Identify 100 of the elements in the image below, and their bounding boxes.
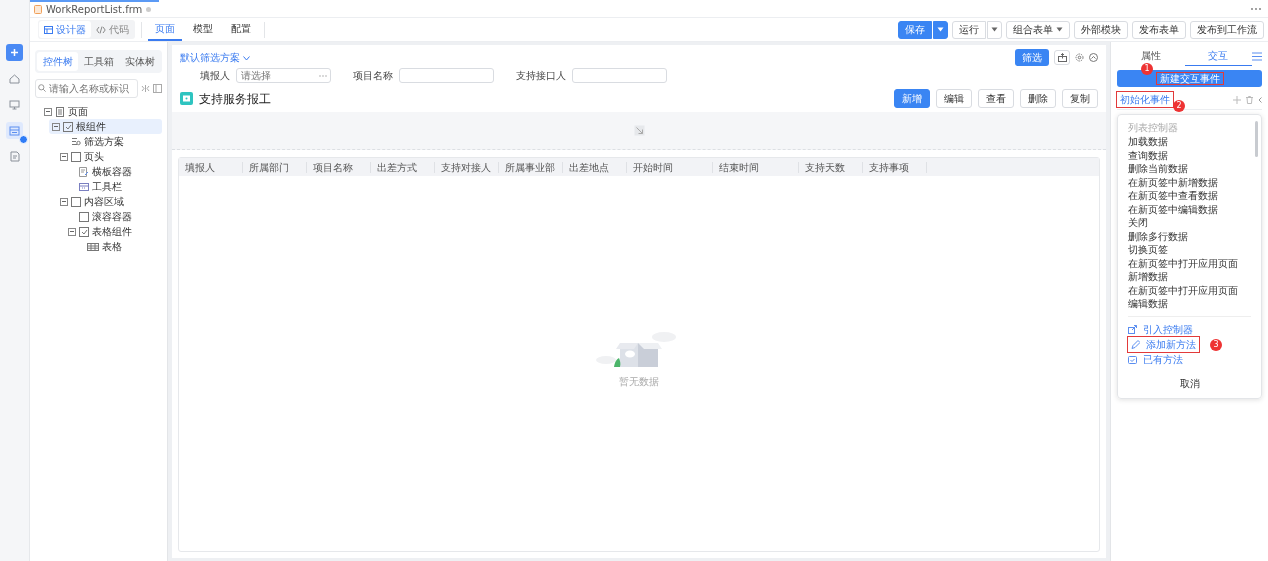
tree-item[interactable]: 横板容器 xyxy=(65,164,162,179)
menu-action[interactable]: 添加新方法 xyxy=(1128,336,1199,352)
clipboard-icon xyxy=(1128,354,1137,364)
more-icon xyxy=(319,74,327,78)
page-tab[interactable]: 模型 xyxy=(186,18,220,41)
table-icon xyxy=(87,241,99,252)
pencil-icon xyxy=(1131,339,1140,349)
chevron-left-icon[interactable] xyxy=(1258,96,1262,103)
column-header: 支持对接人 xyxy=(435,161,499,173)
toolbar-button[interactable]: 复制 xyxy=(1062,89,1098,108)
empty-state-text: 暂无数据 xyxy=(619,374,659,389)
delete-icon[interactable] xyxy=(1246,95,1253,104)
collapse-icon[interactable] xyxy=(1089,53,1098,62)
folder-icon xyxy=(180,92,193,105)
search-icon xyxy=(38,84,46,92)
filter-scheme-dropdown[interactable]: 默认筛选方案 xyxy=(180,50,251,65)
menu-item[interactable]: 切换页签 xyxy=(1128,243,1251,257)
collapse-icon[interactable] xyxy=(44,107,52,116)
new-event-button[interactable]: 新建交互事件 xyxy=(1117,70,1262,87)
rail-button[interactable] xyxy=(6,44,23,61)
menu-item[interactable]: 删除当前数据 xyxy=(1128,162,1251,176)
tree-item[interactable]: 滚容容器 xyxy=(65,209,162,224)
search-field[interactable]: 请输入名称或标识 xyxy=(35,79,138,98)
panel-tab[interactable]: 控件树 xyxy=(37,52,78,71)
column-header: 所属部门 xyxy=(243,161,307,173)
tree-item[interactable]: 根组件 xyxy=(49,119,162,134)
toolbar-button[interactable]: 组合表单 xyxy=(1006,20,1070,39)
filter-button[interactable]: 筛选 xyxy=(1015,49,1049,66)
toolbar-button[interactable]: 新增 xyxy=(894,89,930,108)
event-item[interactable]: 初始化事件 xyxy=(1117,92,1173,107)
menu-item[interactable]: 在新页签中查看数据 xyxy=(1128,189,1251,203)
collapse-icon[interactable] xyxy=(60,197,68,206)
tree-item[interactable]: 工具栏 xyxy=(65,179,162,194)
menu-item[interactable]: 删除多行数据 xyxy=(1128,229,1251,243)
caret-icon xyxy=(937,27,944,32)
toolbar-button[interactable]: 运行 xyxy=(952,20,986,39)
tree-item[interactable]: 表格 xyxy=(73,239,162,254)
column-header: 项目名称 xyxy=(307,161,371,173)
tree-item[interactable]: 页头 xyxy=(57,149,162,164)
toolbar-button[interactable]: 保存 xyxy=(898,20,932,39)
file-tab[interactable]: WorkReportList.frm xyxy=(30,0,160,17)
export-button[interactable] xyxy=(1054,50,1070,65)
cancel-button[interactable]: 取消 xyxy=(1173,374,1206,392)
tree-item[interactable]: 内容区域 xyxy=(57,194,162,209)
collapse-icon[interactable] xyxy=(60,152,68,161)
menu-item[interactable]: 在新页签中编辑数据 xyxy=(1128,202,1251,216)
page-tab[interactable]: 配置 xyxy=(224,18,258,41)
input-field[interactable] xyxy=(572,68,667,83)
column-header: 结束时间 xyxy=(713,161,799,173)
panel-tab[interactable]: 交互 xyxy=(1184,46,1252,66)
menu-group-title: 列表控制器 xyxy=(1128,121,1179,135)
menu-item[interactable]: 在新页签中新增数据 xyxy=(1128,175,1251,189)
component-icon xyxy=(79,226,89,237)
collapse-all-icon[interactable] xyxy=(141,84,150,93)
collapse-icon[interactable] xyxy=(68,227,76,236)
resize-icon xyxy=(633,125,645,136)
menu-item[interactable]: 查询数据 xyxy=(1128,148,1251,162)
component-icon xyxy=(63,121,73,132)
tree-item[interactable]: 筛选方案 xyxy=(57,134,162,149)
settings-icon[interactable] xyxy=(1075,53,1084,62)
column-header: 支持天数 xyxy=(799,161,863,173)
menu-item[interactable]: 在新页签中打开应用页面编辑数据 xyxy=(1128,283,1251,311)
import-icon xyxy=(1128,324,1137,334)
menu-item[interactable]: 加载数据 xyxy=(1128,135,1251,149)
input-field[interactable] xyxy=(399,68,494,83)
column-header: 出差方式 xyxy=(371,161,435,173)
toolbar-button[interactable]: 发布到工作流 xyxy=(1190,20,1264,39)
panel-tab[interactable]: 实体树 xyxy=(119,52,160,71)
field-label: 项目名称 xyxy=(353,69,393,83)
callout-badge: 3 xyxy=(1210,338,1222,351)
toolbar-button[interactable]: 查看 xyxy=(978,89,1014,108)
panel-tab[interactable]: 工具箱 xyxy=(78,52,119,71)
page-title: 支持服务报工 xyxy=(199,90,271,108)
view-switch-tab[interactable]: 设计器 xyxy=(39,21,91,38)
frame-icon xyxy=(71,151,81,162)
callout-badge: 2 xyxy=(1173,100,1185,112)
toolbar-button[interactable]: 发布表单 xyxy=(1132,20,1186,39)
toolbar-button[interactable]: 编辑 xyxy=(936,89,972,108)
split-toggle[interactable] xyxy=(933,20,948,39)
add-icon[interactable] xyxy=(1233,95,1241,104)
menu-icon[interactable] xyxy=(1252,51,1262,61)
filter-icon xyxy=(71,136,81,147)
tree-item[interactable]: 页面 xyxy=(41,104,162,119)
toolbar-icon xyxy=(79,181,89,192)
collapse-icon[interactable] xyxy=(52,122,60,131)
menu-item[interactable]: 关闭 xyxy=(1128,216,1251,230)
menu-action[interactable]: 引入控制器 xyxy=(1128,321,1193,337)
scrollbar[interactable] xyxy=(1255,121,1258,157)
page-icon xyxy=(55,106,65,117)
form-icon xyxy=(79,166,89,177)
menu-action[interactable]: 已有方法 xyxy=(1128,351,1183,367)
menu-item[interactable]: 在新页签中打开应用页面新增数据 xyxy=(1128,256,1251,284)
input-field[interactable]: 请选择 xyxy=(236,68,331,83)
expand-panel-icon[interactable] xyxy=(153,84,162,93)
column-header: 填报人 xyxy=(179,161,243,173)
toolbar-button[interactable]: 外部模块 xyxy=(1074,20,1128,39)
toolbar-button[interactable]: 删除 xyxy=(1020,89,1056,108)
tree-item[interactable]: 表格组件 xyxy=(65,224,162,239)
layout-icon xyxy=(44,25,53,34)
column-header: 开始时间 xyxy=(627,161,713,173)
